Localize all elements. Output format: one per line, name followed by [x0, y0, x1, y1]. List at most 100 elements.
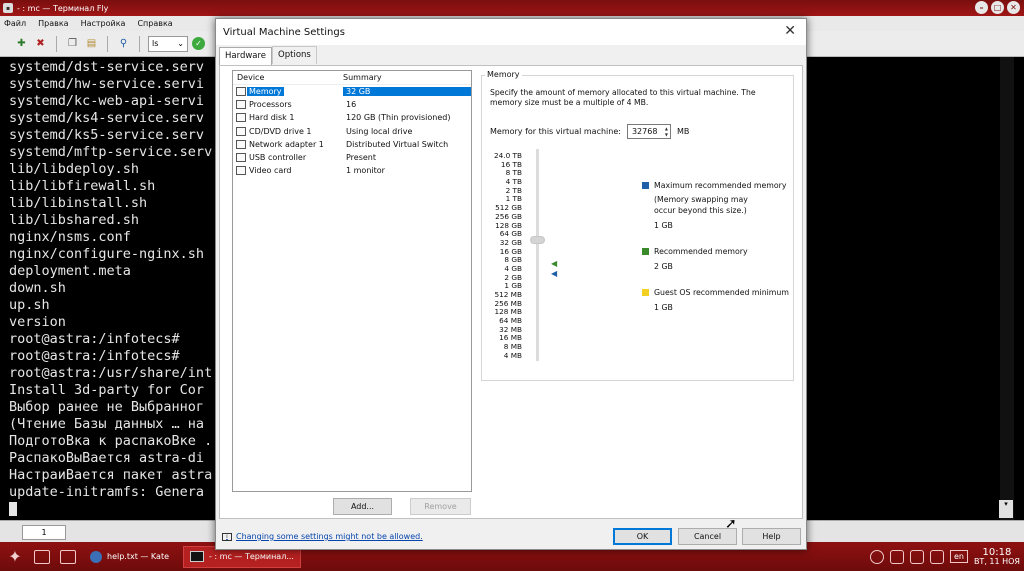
legend-title: Recommended memory	[654, 247, 748, 256]
scroll-down-icon[interactable]: ▾	[999, 500, 1013, 518]
device-cell: Processors	[233, 100, 343, 110]
device-cell: USB controller	[233, 153, 343, 163]
dialog-tabs: Hardware Options	[219, 46, 317, 65]
legend-recommended: Recommended memory 2 GB	[642, 246, 748, 272]
device-summary: 16	[346, 100, 357, 110]
device-icon	[236, 126, 246, 136]
terminal-titlebar: ▪ - : mc — Терминал Fly – □ ✕	[0, 0, 1024, 16]
help-button[interactable]: Help	[742, 528, 801, 545]
info-icon: i	[222, 532, 232, 541]
device-cell: Network adapter 1	[233, 139, 343, 149]
remove-device-button[interactable]: Remove	[410, 498, 471, 515]
device-cell: CD/DVD drive 1	[233, 126, 343, 136]
volume-icon[interactable]	[929, 549, 944, 564]
paste-icon[interactable]: ▤	[84, 36, 99, 51]
minimize-icon[interactable]: –	[975, 1, 988, 14]
settings-warning-link[interactable]: i Changing some settings might not be al…	[222, 532, 423, 541]
maximize-icon[interactable]: □	[991, 1, 1004, 14]
close-tab-icon[interactable]: ✖	[33, 36, 48, 51]
memory-field-label: Memory for this virtual machine:	[490, 127, 621, 136]
device-rows: Memory 32 GB Processors 16 Hard disk 1 120 GB…	[233, 85, 471, 177]
terminal-icon	[190, 551, 204, 562]
clock[interactable]: 10:18 ВТ, 11 НОЯ	[974, 547, 1020, 566]
device-row-network-adapter-1[interactable]: Network adapter 1 Distributed Virtual Swi…	[233, 138, 471, 151]
desktop: ▪ - : mc — Терминал Fly – □ ✕ Файл Правк…	[0, 0, 1024, 571]
file-manager-icon[interactable]	[60, 549, 76, 564]
device-row-video-card[interactable]: Video card 1 monitor	[233, 164, 471, 177]
add-device-button[interactable]: Add...	[333, 498, 392, 515]
device-icon	[236, 153, 246, 163]
memory-group: Memory Specify the amount of memory allo…	[481, 70, 794, 381]
taskbar-item-kate[interactable]: help.txt — Kate	[84, 546, 175, 568]
device-cell: Video card	[233, 166, 343, 176]
device-cell: Hard disk 1	[233, 113, 343, 123]
copy-icon[interactable]: ❐	[65, 36, 80, 51]
device-icon	[236, 139, 246, 149]
tab-hardware[interactable]: Hardware	[219, 47, 273, 65]
hardware-panel: Device Summary Memory 32 GB Processors 16 Ha…	[219, 65, 803, 519]
terminal-tab[interactable]: 1	[22, 525, 66, 540]
dialog-footer: i Changing some settings might not be al…	[216, 523, 806, 549]
taskbar-item-label: - : mc — Терминал...	[209, 552, 294, 561]
device-icon	[236, 166, 246, 176]
search-icon[interactable]: ⚲	[116, 36, 131, 51]
device-row-hard-disk-1[interactable]: Hard disk 1 120 GB (Thin provisioned)	[233, 111, 471, 124]
device-summary: Present	[346, 153, 377, 163]
menu-edit[interactable]: Правка	[38, 19, 68, 28]
chevron-down-icon: ⌄	[177, 39, 184, 48]
device-row-cd-dvd-drive-1[interactable]: CD/DVD drive 1 Using local drive	[233, 125, 471, 138]
close-icon[interactable]: ✕	[784, 23, 796, 39]
legend-title: Maximum recommended memory	[654, 181, 787, 190]
spin-down-icon[interactable]: ▼	[665, 132, 668, 138]
max-recommended-marker-icon: ◀	[551, 269, 558, 278]
legend-max-recommended: Maximum recommended memory (Memory swapp…	[642, 180, 786, 231]
device-name: Hard disk 1	[249, 113, 295, 123]
run-command-icon[interactable]: ✓	[192, 37, 205, 50]
display-icon[interactable]	[909, 549, 924, 564]
close-icon[interactable]: ✕	[1007, 1, 1020, 14]
terminal-scrollbar[interactable]	[1000, 57, 1014, 520]
show-desktop-icon[interactable]	[34, 549, 50, 564]
kate-icon	[90, 550, 102, 563]
network-icon[interactable]	[869, 549, 884, 564]
device-column-header[interactable]: Device	[233, 73, 343, 82]
device-row-memory[interactable]: Memory 32 GB	[233, 85, 471, 98]
memory-description: Specify the amount of memory allocated t…	[490, 88, 756, 107]
vm-settings-dialog: Virtual Machine Settings ✕ Hardware Opti…	[215, 18, 807, 550]
memory-scale: 24.0 TB 16 TB 8 TB 4 TB 2 TB 1 TB 512 GB 256 GB…	[482, 151, 522, 361]
toolbar-separator	[139, 35, 140, 52]
memory-unit: MB	[676, 127, 690, 136]
legend-guest-minimum: Guest OS recommended minimum 1 GB	[642, 287, 789, 313]
tab-options[interactable]: Options	[272, 46, 317, 64]
menu-help[interactable]: Справка	[137, 19, 172, 28]
summary-column-header[interactable]: Summary	[343, 73, 382, 82]
menu-file[interactable]: Файл	[4, 19, 26, 28]
desktops-icon[interactable]	[889, 549, 904, 564]
memory-field-row: Memory for this virtual machine: 32768 ▲…	[490, 124, 689, 139]
device-list-header: Device Summary	[233, 71, 471, 85]
menu-settings[interactable]: Настройка	[81, 19, 126, 28]
device-row-processors[interactable]: Processors 16	[233, 98, 471, 111]
device-icon	[236, 87, 246, 97]
memory-slider-thumb[interactable]	[530, 236, 545, 244]
taskbar-item-label: help.txt — Kate	[107, 552, 169, 561]
memory-size-input[interactable]: 32768 ▲ ▼	[626, 124, 671, 139]
blue-square-icon	[642, 182, 649, 189]
device-list[interactable]: Device Summary Memory 32 GB Processors 16 Ha…	[232, 70, 472, 492]
device-row-usb-controller[interactable]: USB controller Present	[233, 151, 471, 164]
start-menu-icon[interactable]: ✦	[6, 547, 24, 566]
keyboard-layout[interactable]: en	[949, 550, 968, 563]
ok-button[interactable]: OK	[613, 528, 672, 545]
legend-value: 1 GB	[654, 221, 673, 230]
terminal-app-icon: ▪	[3, 3, 13, 13]
device-name: USB controller	[249, 153, 307, 163]
settings-warning-text[interactable]: Changing some settings might not be allo…	[236, 532, 423, 541]
device-summary: 32 GB	[343, 87, 471, 97]
command-select[interactable]: ls ⌄	[148, 35, 188, 52]
new-tab-icon[interactable]: ✚	[14, 36, 29, 51]
terminal-cursor	[9, 502, 17, 516]
memory-slider-track[interactable]	[536, 149, 539, 361]
legend-title: Guest OS recommended minimum	[654, 288, 789, 297]
spinner-icon[interactable]: ▲ ▼	[665, 126, 668, 138]
command-select-value: ls	[152, 39, 159, 48]
